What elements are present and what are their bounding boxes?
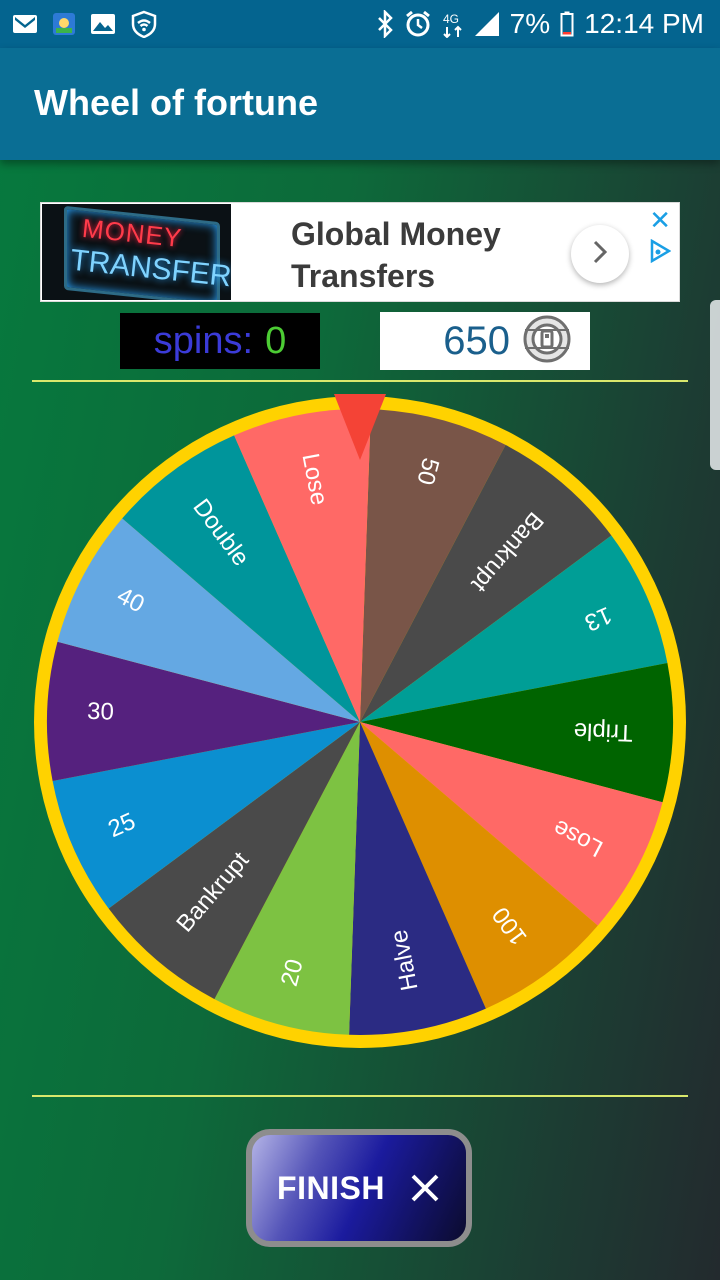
status-bar: 4G 7% 12:14 PM (0, 0, 720, 48)
spins-label: spins: (153, 319, 254, 362)
spins-value: 0 (265, 319, 287, 362)
top-divider (32, 380, 688, 382)
status-right-icons: 4G 7% 12:14 PM (376, 6, 704, 42)
ad-banner[interactable]: MONEY TRANSFER Global Money Transfers ✕ (40, 202, 680, 302)
ad-close-button[interactable]: ✕ (649, 207, 671, 233)
ad-open-button[interactable] (571, 225, 629, 283)
coin-icon (522, 314, 572, 369)
close-icon (409, 1172, 441, 1204)
wifi-shield-icon (130, 10, 158, 38)
finish-button-label: FINISH (277, 1169, 385, 1206)
fortune-wheel[interactable]: 50Bankrupt13TripleLose100Halve20Bankrupt… (30, 390, 690, 1054)
gallery-icon (90, 13, 116, 35)
signal-icon (474, 11, 500, 37)
wheel-segment-label: Triple (573, 717, 633, 746)
gmail-icon (12, 13, 38, 35)
app-bar: Wheel of fortune (0, 48, 720, 160)
wheel-segments: 50Bankrupt13TripleLose100Halve20Bankrupt… (47, 409, 673, 1035)
coins-counter: 650 (380, 312, 590, 370)
svg-text:4G: 4G (443, 12, 459, 26)
network-icon: 4G (442, 10, 464, 38)
alarm-icon (404, 10, 432, 38)
game-notification-icon (52, 12, 76, 36)
app-title: Wheel of fortune (34, 82, 318, 123)
ad-title[interactable]: Global Money Transfers (291, 213, 591, 297)
spins-counter: spins: 0 (120, 313, 320, 369)
battery-icon (560, 11, 574, 37)
chevron-right-icon (591, 239, 609, 270)
finish-button[interactable]: FINISH (246, 1129, 472, 1247)
coins-value: 650 (443, 318, 510, 363)
status-left-icons (12, 8, 158, 40)
wheel-segment-label: 30 (87, 698, 115, 726)
clock: 12:14 PM (584, 8, 704, 39)
battery-percent: 7% (509, 8, 551, 39)
ad-image[interactable]: MONEY TRANSFER (42, 204, 231, 300)
edge-panel-handle[interactable] (710, 300, 720, 470)
adchoices-icon[interactable] (649, 238, 672, 268)
bluetooth-icon (376, 10, 394, 38)
bottom-divider (32, 1095, 688, 1097)
